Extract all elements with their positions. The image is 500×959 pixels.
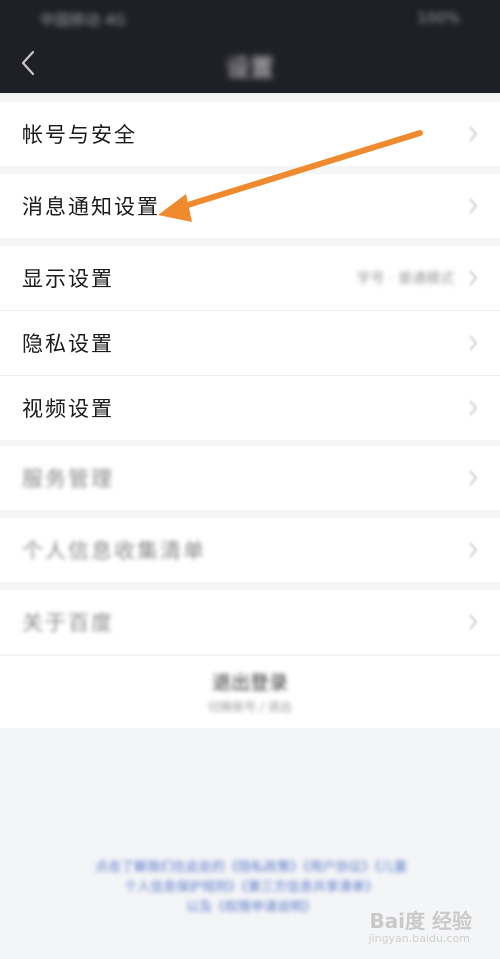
chevron-right-icon [469, 542, 478, 558]
chevron-right-icon [469, 470, 478, 486]
settings-item-label: 消息通知设置 [22, 195, 160, 219]
settings-group-personal-info: 个人信息收集清单 [0, 518, 500, 582]
carrier-text: 中国移动 4G [40, 11, 126, 29]
settings-item-personal-info[interactable]: 个人信息收集清单 [0, 518, 500, 582]
watermark-url: jingyan.baidu.com [368, 932, 470, 945]
chevron-right-icon [469, 126, 478, 142]
settings-group-services: 服务管理 [0, 446, 500, 510]
settings-item-label: 视频设置 [22, 397, 114, 421]
settings-item-label: 帐号与安全 [22, 123, 137, 147]
settings-item-label: 服务管理 [22, 467, 114, 491]
chevron-right-icon [469, 270, 478, 286]
settings-item-services[interactable]: 服务管理 [0, 446, 500, 510]
chevron-right-icon [469, 335, 478, 351]
settings-item-account-security[interactable]: 帐号与安全 [0, 102, 500, 166]
settings-group-notifications: 消息通知设置 [0, 174, 500, 238]
logout-section: 退出登录 切换账号 / 退出 [0, 656, 500, 728]
settings-item-notifications[interactable]: 消息通知设置 [0, 174, 500, 238]
settings-item-privacy[interactable]: 隐私设置 [0, 311, 500, 376]
settings-item-label: 关于百度 [22, 611, 114, 635]
battery-text: 100% [417, 9, 460, 27]
status-bar: 中国移动 4G 100% [0, 0, 500, 34]
settings-item-label: 显示设置 [22, 267, 114, 291]
settings-group-display: 显示设置 字号 · 普通模式 隐私设置 视频设置 [0, 246, 500, 440]
settings-item-display[interactable]: 显示设置 字号 · 普通模式 [0, 246, 500, 311]
logout-subtitle: 切换账号 / 退出 [208, 700, 292, 714]
chevron-right-icon [469, 198, 478, 214]
nav-bar: 中国移动 4G 100% 设置 [0, 0, 500, 93]
chevron-right-icon [469, 614, 478, 630]
settings-group-account: 帐号与安全 [0, 102, 500, 166]
watermark-logo: Bai度 经验 [369, 909, 472, 933]
page-title: 设置 [226, 54, 274, 82]
legal-footer-line[interactable]: 点击了解我们在此处的《隐私政策》《用户协议》《儿童 [26, 858, 476, 878]
logout-button[interactable]: 退出登录 [0, 668, 500, 695]
settings-item-video[interactable]: 视频设置 [0, 376, 500, 440]
legal-footer-line[interactable]: 个人信息保护规则》《第三方信息共享清单》 [26, 878, 476, 898]
settings-item-label: 个人信息收集清单 [22, 539, 206, 563]
settings-item-about[interactable]: 关于百度 [0, 590, 500, 654]
settings-item-value: 字号 · 普通模式 [356, 271, 454, 287]
chevron-right-icon [469, 400, 478, 416]
settings-group-about: 关于百度 [0, 590, 500, 654]
settings-item-label: 隐私设置 [22, 332, 114, 356]
